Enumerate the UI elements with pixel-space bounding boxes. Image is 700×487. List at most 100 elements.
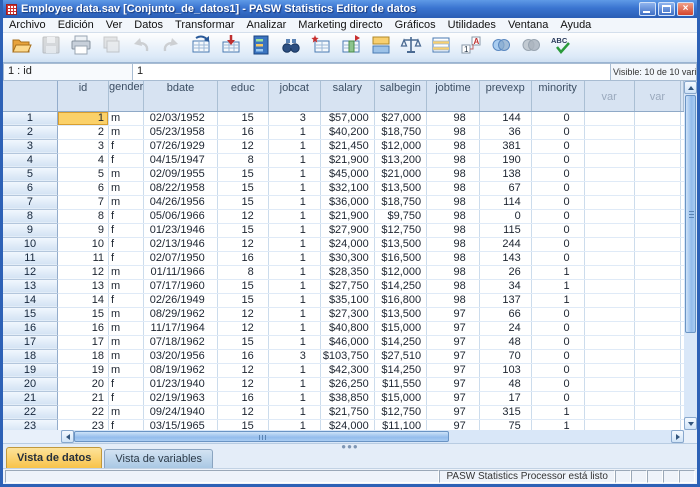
cell-var-row23[interactable] (634, 419, 680, 430)
maximize-button[interactable] (658, 2, 675, 16)
cell-minority-row15[interactable]: 0 (531, 307, 584, 321)
row-header-21[interactable]: 21 (3, 391, 57, 405)
cell-jobtime-row11[interactable]: 98 (427, 251, 480, 265)
cell-prevexp-row23[interactable]: 75 (479, 419, 531, 430)
cell-bdate-row4[interactable]: 04/15/1947 (144, 153, 218, 167)
cell-var-row18[interactable] (584, 349, 634, 363)
row-header-5[interactable]: 5 (3, 167, 57, 181)
cell-jobtime-row17[interactable]: 97 (427, 335, 480, 349)
find-button[interactable] (278, 35, 303, 60)
cell-id-row13[interactable]: 13 (57, 279, 108, 293)
cell-jobcat-row12[interactable]: 1 (268, 265, 320, 279)
column-header-var-1[interactable]: var (584, 81, 634, 111)
cell-var-row13[interactable] (584, 279, 634, 293)
cell-jobcat-row11[interactable]: 1 (268, 251, 320, 265)
horizontal-scroll-thumb[interactable] (74, 431, 449, 442)
goto-variable-button[interactable] (218, 35, 243, 60)
cell-bdate-row14[interactable]: 02/26/1949 (144, 293, 218, 307)
cell-id-row21[interactable]: 21 (57, 391, 108, 405)
cell-var-row6[interactable] (584, 181, 634, 195)
cell-prevexp-row15[interactable]: 66 (479, 307, 531, 321)
column-header-prevexp[interactable]: prevexp (479, 81, 531, 111)
cell-jobcat-row3[interactable]: 1 (268, 139, 320, 153)
cell-educ-row2[interactable]: 16 (217, 125, 268, 139)
cell-prevexp-row13[interactable]: 34 (479, 279, 531, 293)
cell-bdate-row6[interactable]: 08/22/1958 (144, 181, 218, 195)
cell-salary-row11[interactable]: $30,300 (320, 251, 374, 265)
cell-id-row2[interactable]: 2 (57, 125, 108, 139)
cell-educ-row20[interactable]: 12 (217, 377, 268, 391)
menu-ver[interactable]: Ver (100, 18, 129, 33)
cell-salary-row23[interactable]: $24,000 (320, 419, 374, 430)
cell-salbegin-row16[interactable]: $15,000 (374, 321, 426, 335)
menu-ventana[interactable]: Ventana (502, 18, 554, 33)
cell-var-row6[interactable] (634, 181, 680, 195)
scroll-right-button[interactable] (671, 430, 684, 443)
column-header-minority[interactable]: minority (531, 81, 584, 111)
print-button[interactable] (68, 35, 93, 60)
cell-minority-row3[interactable]: 0 (531, 139, 584, 153)
cell-educ-row5[interactable]: 15 (217, 167, 268, 181)
cell-prevexp-row19[interactable]: 103 (479, 363, 531, 377)
cell-prevexp-row21[interactable]: 17 (479, 391, 531, 405)
cell-var-row19[interactable] (634, 363, 680, 377)
cell-salary-row9[interactable]: $27,900 (320, 223, 374, 237)
cell-var-row21[interactable] (584, 391, 634, 405)
cell-jobcat-row22[interactable]: 1 (268, 405, 320, 419)
cell-educ-row15[interactable]: 12 (217, 307, 268, 321)
cell-educ-row10[interactable]: 12 (217, 237, 268, 251)
cell-salbegin-row5[interactable]: $21,000 (374, 167, 426, 181)
cell-var-row17[interactable] (584, 335, 634, 349)
menu-transformar[interactable]: Transformar (169, 18, 241, 33)
cell-educ-row22[interactable]: 12 (217, 405, 268, 419)
cell-id-row23[interactable]: 23 (57, 419, 108, 430)
cell-jobtime-row1[interactable]: 98 (427, 111, 480, 125)
menu-archivo[interactable]: Archivo (3, 18, 52, 33)
cell-minority-row6[interactable]: 0 (531, 181, 584, 195)
cell-bdate-row17[interactable]: 07/18/1962 (144, 335, 218, 349)
cell-minority-row4[interactable]: 0 (531, 153, 584, 167)
cell-gender-row17[interactable]: m (109, 335, 144, 349)
cell-gender-row7[interactable]: m (109, 195, 144, 209)
use-variable-sets-button[interactable] (488, 35, 513, 60)
cell-var-row13[interactable] (634, 279, 680, 293)
spell-check-button[interactable]: ABC (548, 35, 573, 60)
cell-gender-row14[interactable]: f (109, 293, 144, 307)
cell-id-row3[interactable]: 3 (57, 139, 108, 153)
cell-bdate-row13[interactable]: 07/17/1960 (144, 279, 218, 293)
cell-bdate-row18[interactable]: 03/20/1956 (144, 349, 218, 363)
cell-prevexp-row16[interactable]: 24 (479, 321, 531, 335)
cell-prevexp-row2[interactable]: 36 (479, 125, 531, 139)
cell-jobcat-row2[interactable]: 1 (268, 125, 320, 139)
row-header-3[interactable]: 3 (3, 139, 57, 153)
row-header-7[interactable]: 7 (3, 195, 57, 209)
cell-var-row22[interactable] (584, 405, 634, 419)
cell-id-row19[interactable]: 19 (57, 363, 108, 377)
cell-salbegin-row11[interactable]: $16,500 (374, 251, 426, 265)
cell-gender-row13[interactable]: m (109, 279, 144, 293)
column-header-salary[interactable]: salary (320, 81, 374, 111)
cell-bdate-row10[interactable]: 02/13/1946 (144, 237, 218, 251)
cell-salbegin-row20[interactable]: $11,550 (374, 377, 426, 391)
cell-educ-row13[interactable]: 15 (217, 279, 268, 293)
cell-var-row2[interactable] (634, 125, 680, 139)
split-file-button[interactable] (368, 35, 393, 60)
cell-jobtime-row21[interactable]: 97 (427, 391, 480, 405)
cell-var-row14[interactable] (584, 293, 634, 307)
cell-salary-row21[interactable]: $38,850 (320, 391, 374, 405)
menu-gráficos[interactable]: Gráficos (389, 18, 442, 33)
cell-jobcat-row9[interactable]: 1 (268, 223, 320, 237)
cell-jobtime-row22[interactable]: 97 (427, 405, 480, 419)
cell-reference[interactable]: 1 : id (3, 63, 133, 81)
row-header-10[interactable]: 10 (3, 237, 57, 251)
row-header-14[interactable]: 14 (3, 293, 57, 307)
cell-educ-row11[interactable]: 16 (217, 251, 268, 265)
cell-minority-row12[interactable]: 1 (531, 265, 584, 279)
cell-salary-row17[interactable]: $46,000 (320, 335, 374, 349)
cell-var-row20[interactable] (584, 377, 634, 391)
cell-prevexp-row17[interactable]: 48 (479, 335, 531, 349)
cell-salary-row16[interactable]: $40,800 (320, 321, 374, 335)
cell-id-row12[interactable]: 12 (57, 265, 108, 279)
cell-jobcat-row23[interactable]: 1 (268, 419, 320, 430)
cell-salary-row15[interactable]: $27,300 (320, 307, 374, 321)
